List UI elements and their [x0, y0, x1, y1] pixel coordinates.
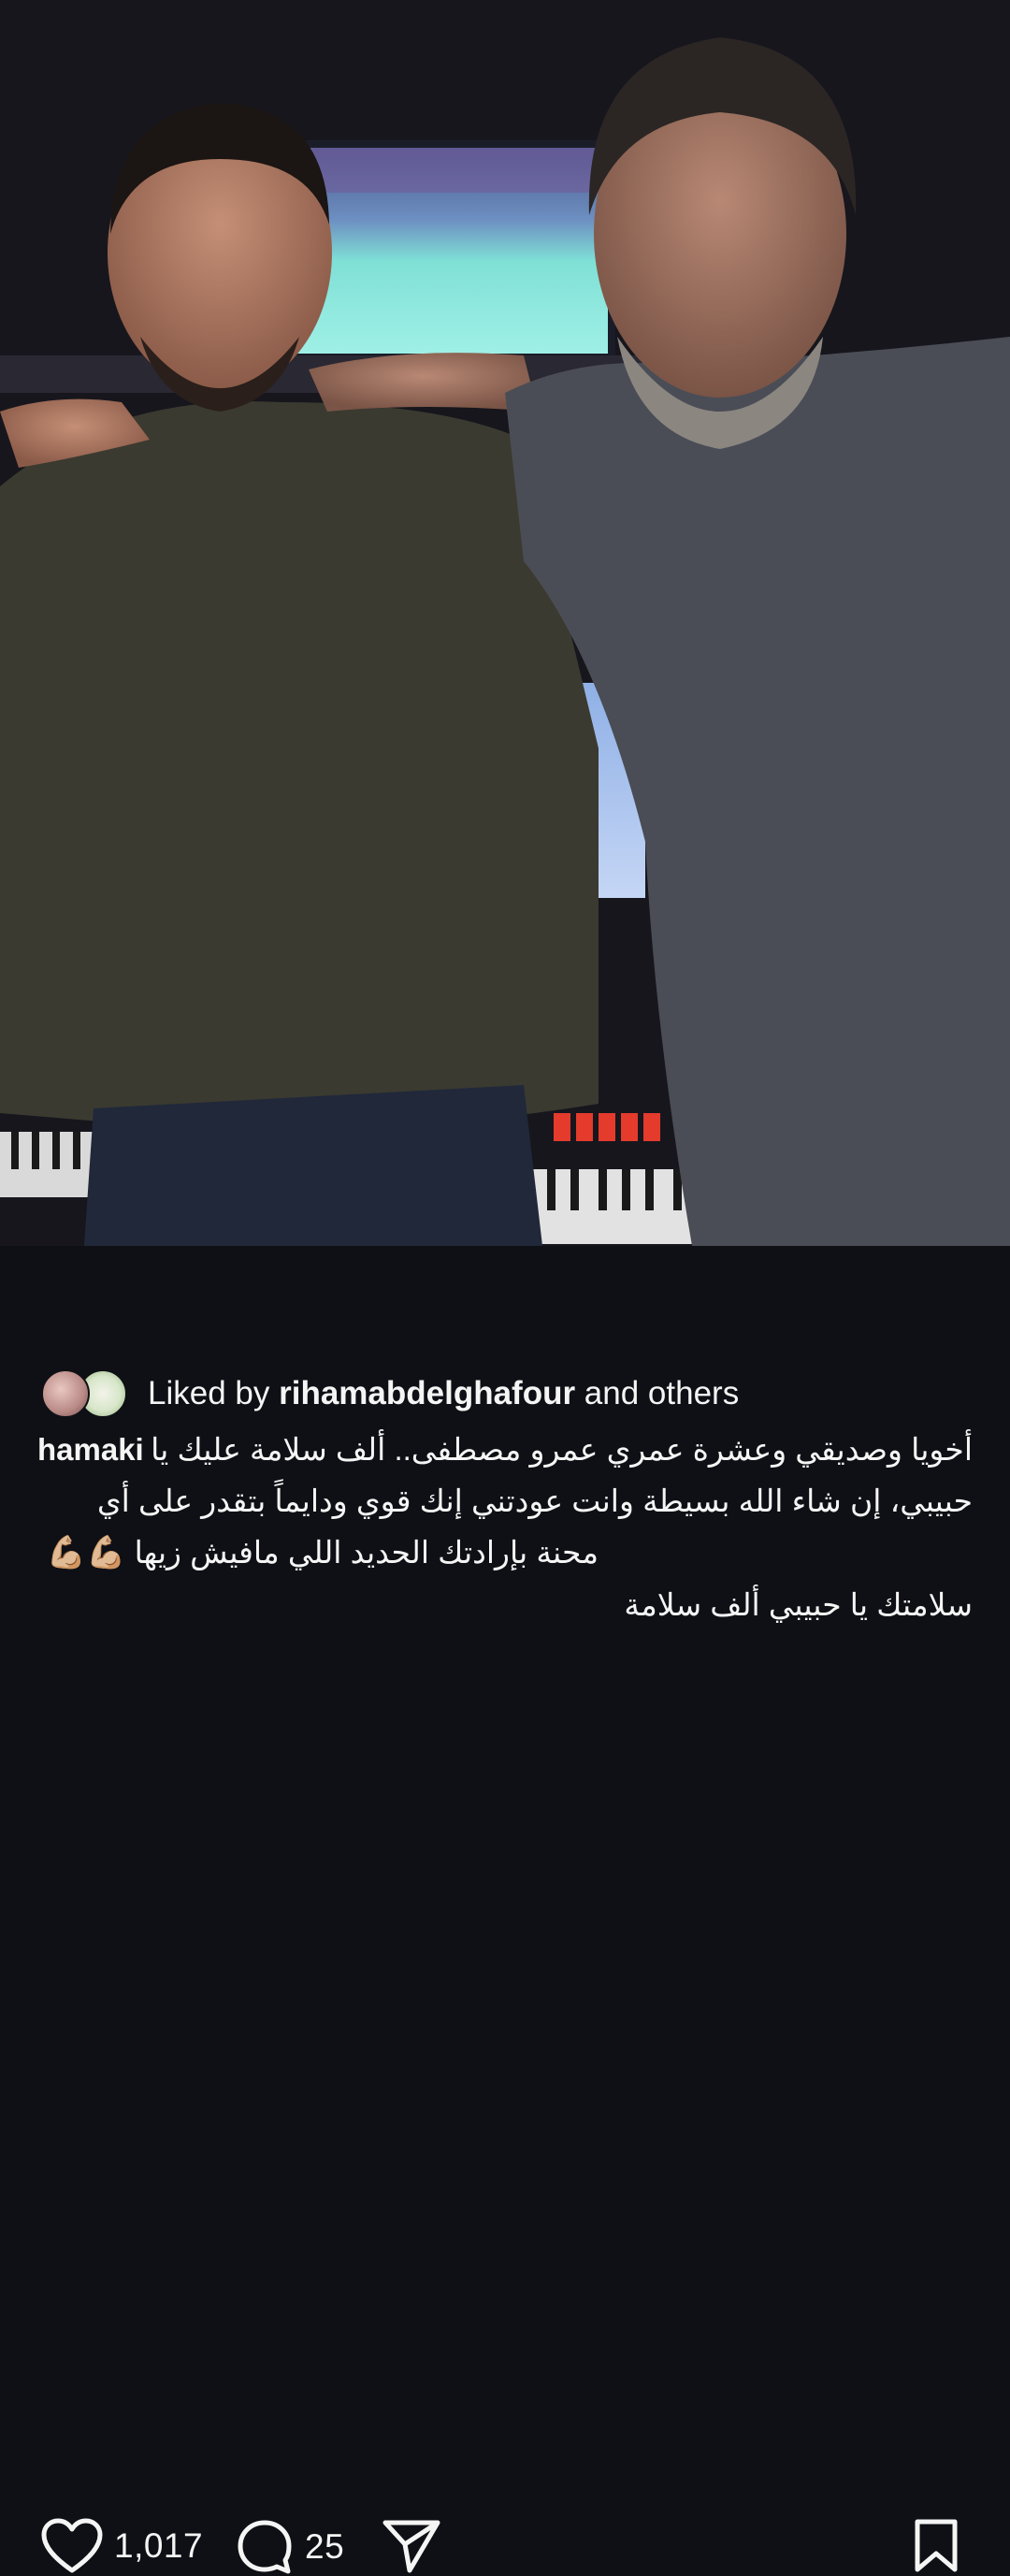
likes-count[interactable]: 1,017: [114, 2526, 203, 2566]
comment-bubble-icon: [238, 2520, 292, 2574]
post-photo[interactable]: [0, 0, 1010, 1246]
liker-avatars: [41, 1369, 127, 1418]
caption-line-3: محنة بإرادتك الحديد اللي مافيش زيها 💪🏼💪🏼: [37, 1527, 973, 1579]
caption-line-2: حبيبي، إن شاء الله بسيطة وانت عودتني إنك…: [96, 1483, 973, 1518]
save-button[interactable]: [913, 2518, 960, 2574]
caption-text-1: أخويا وصديقي وعشرة عمري عمرو مصطفى.. ألف…: [151, 1432, 973, 1467]
comment-button[interactable]: 25: [236, 2518, 344, 2576]
avatar: [41, 1369, 90, 1418]
caption-text-3: محنة بإرادتك الحديد اللي مافيش زيها: [134, 1535, 599, 1570]
post-caption: hamaki أخويا وصديقي وعشرة عمري عمرو مصطف…: [37, 1424, 973, 1630]
post-actions-bar: 1,017 25: [0, 1246, 1010, 2574]
paper-plane-icon: [382, 2520, 440, 2573]
bookmark-icon: [915, 2519, 958, 2572]
like-button[interactable]: 1,017: [41, 2518, 203, 2574]
share-button[interactable]: [382, 2518, 441, 2574]
flexed-biceps-icon: 💪🏼💪🏼: [46, 1535, 126, 1570]
liked-by-row[interactable]: Liked by rihamabdelghafour and others: [41, 1368, 739, 1420]
photo-illustration: [0, 0, 1010, 1246]
liked-by-username[interactable]: rihamabdelghafour: [279, 1375, 575, 1411]
liked-by-prefix: Liked by: [148, 1375, 280, 1411]
liked-by-text: Liked by rihamabdelghafour and others: [148, 1375, 739, 1412]
caption-username[interactable]: hamaki: [37, 1424, 144, 1475]
caption-line-1: hamaki أخويا وصديقي وعشرة عمري عمرو مصطف…: [37, 1424, 973, 1475]
caption-text-4: سلامتك يا حبيبي ألف سلامة: [624, 1587, 973, 1622]
comments-count[interactable]: 25: [305, 2527, 344, 2567]
caption-line-4: سلامتك يا حبيبي ألف سلامة: [37, 1579, 973, 1630]
liked-by-suffix[interactable]: and others: [575, 1375, 739, 1411]
heart-outline-icon: [41, 2518, 103, 2573]
